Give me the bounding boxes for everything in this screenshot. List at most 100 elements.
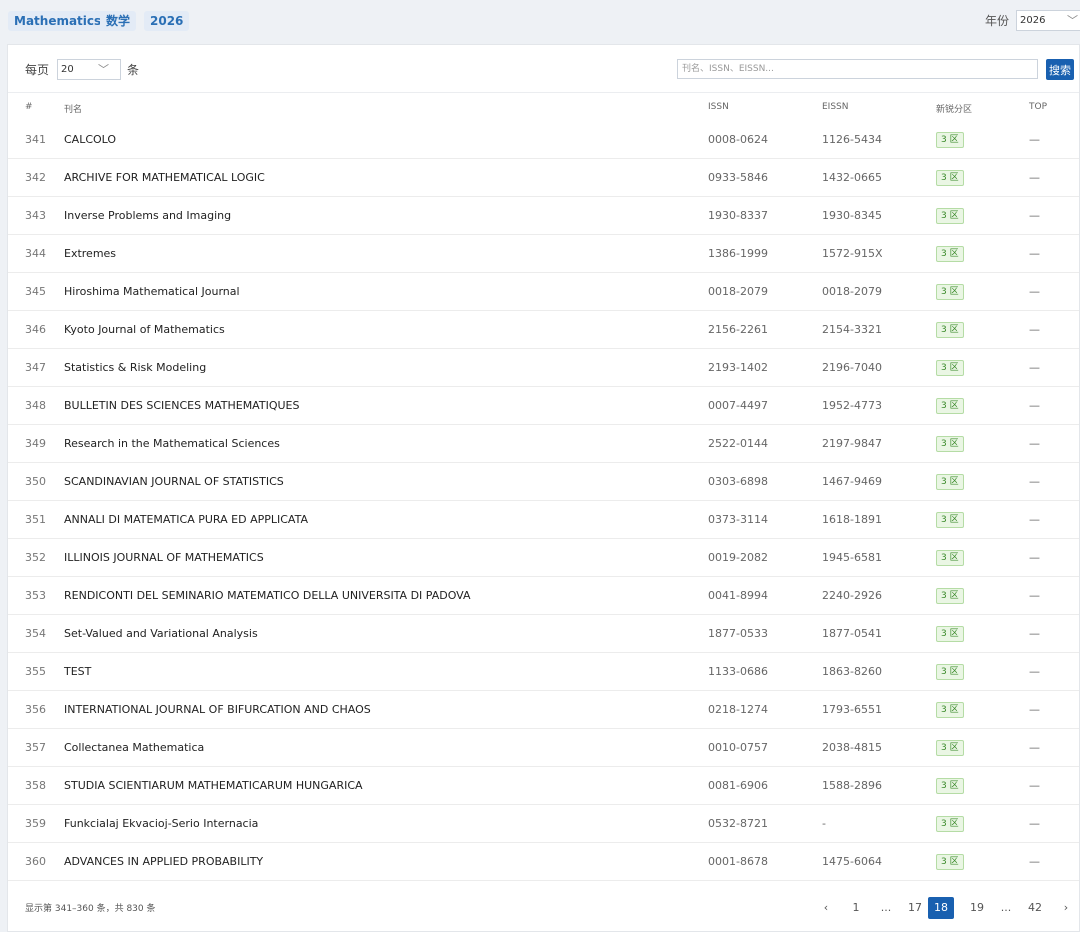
chevron-down-icon: ﹀ xyxy=(98,63,109,76)
journal-name-link[interactable]: CALCOLO xyxy=(64,133,116,146)
top-cell: — xyxy=(1029,209,1040,222)
tag-subject-en[interactable]: Mathematics xyxy=(8,11,108,31)
issn-cell: 1133-0686 xyxy=(708,665,768,678)
table-row[interactable]: 358 STUDIA SCIENTIARUM MATHEMATICARUM HUN… xyxy=(8,767,1079,805)
journal-name-link[interactable]: RENDICONTI DEL SEMINARIO MATEMATICO DELL… xyxy=(64,589,471,602)
page-ellipsis: ... xyxy=(880,901,892,914)
page-button-current[interactable]: 18 xyxy=(928,897,954,919)
zone-badge: 3 区 xyxy=(936,778,964,794)
issn-cell: 1877-0533 xyxy=(708,627,768,640)
search-button[interactable]: 搜索 xyxy=(1046,59,1074,80)
issn-cell: 1386-1999 xyxy=(708,247,768,260)
zone-badge: 3 区 xyxy=(936,550,964,566)
journal-name-link[interactable]: ARCHIVE FOR MATHEMATICAL LOGIC xyxy=(64,171,265,184)
journal-name-link[interactable]: Set-Valued and Variational Analysis xyxy=(64,627,258,640)
journal-name-link[interactable]: Inverse Problems and Imaging xyxy=(64,209,231,222)
zone-badge: 3 区 xyxy=(936,702,964,718)
col-header-issn: ISSN xyxy=(708,102,729,112)
tag-year[interactable]: 2026 xyxy=(144,11,190,31)
journal-name-link[interactable]: Collectanea Mathematica xyxy=(64,741,204,754)
eissn-cell: 1572-915X xyxy=(822,247,883,260)
table-row[interactable]: 350 SCANDINAVIAN JOURNAL OF STATISTICS 030… xyxy=(8,463,1079,501)
page-button[interactable]: 42 xyxy=(1025,897,1045,919)
journal-name-link[interactable]: Hiroshima Mathematical Journal xyxy=(64,285,240,298)
next-page-icon[interactable]: › xyxy=(1056,897,1076,919)
journal-name-link[interactable]: Research in the Mathematical Sciences xyxy=(64,437,280,450)
table-row[interactable]: 342 ARCHIVE FOR MATHEMATICAL LOGIC 0933-58… xyxy=(8,159,1079,197)
row-number: 344 xyxy=(25,247,46,260)
issn-cell: 0018-2079 xyxy=(708,285,768,298)
year-select[interactable]: 2026 ﹀ xyxy=(1016,10,1080,31)
zone-badge: 3 区 xyxy=(936,322,964,338)
zone-badge: 3 区 xyxy=(936,474,964,490)
table-row[interactable]: 347 Statistics & Risk Modeling 2193-1402 21… xyxy=(8,349,1079,387)
table-row[interactable]: 348 BULLETIN DES SCIENCES MATHEMATIQUES 00… xyxy=(8,387,1079,425)
table-row[interactable]: 343 Inverse Problems and Imaging 1930-8337… xyxy=(8,197,1079,235)
search-input[interactable] xyxy=(677,59,1038,79)
journal-name-link[interactable]: STUDIA SCIENTIARUM MATHEMATICARUM HUNGAR… xyxy=(64,779,363,792)
top-cell: — xyxy=(1029,551,1040,564)
page-button[interactable]: 19 xyxy=(967,897,987,919)
table-row[interactable]: 359 Funkcialaj Ekvacioj-Serio Internacia 0… xyxy=(8,805,1079,843)
issn-cell: 0010-0757 xyxy=(708,741,768,754)
table-row[interactable]: 354 Set-Valued and Variational Analysis 18… xyxy=(8,615,1079,653)
journal-name-link[interactable]: TEST xyxy=(64,665,91,678)
issn-cell: 2193-1402 xyxy=(708,361,768,374)
journal-name-link[interactable]: Kyoto Journal of Mathematics xyxy=(64,323,225,336)
journal-name-link[interactable]: ILLINOIS JOURNAL OF MATHEMATICS xyxy=(64,551,264,564)
issn-cell: 0001-8678 xyxy=(708,855,768,868)
page-button[interactable]: 1 xyxy=(846,897,866,919)
top-cell: — xyxy=(1029,627,1040,640)
journal-name-link[interactable]: ADVANCES IN APPLIED PROBABILITY xyxy=(64,855,263,868)
issn-cell: 1930-8337 xyxy=(708,209,768,222)
zone-badge: 3 区 xyxy=(936,246,964,262)
journal-name-link[interactable]: INTERNATIONAL JOURNAL OF BIFURCATION AND… xyxy=(64,703,371,716)
journal-name-link[interactable]: ANNALI DI MATEMATICA PURA ED APPLICATA xyxy=(64,513,308,526)
top-cell: — xyxy=(1029,589,1040,602)
table-body: 341 CALCOLO 0008-0624 1126-5434 3 区 — 342 ARCHI… xyxy=(8,121,1079,881)
journal-name-link[interactable]: Funkcialaj Ekvacioj-Serio Internacia xyxy=(64,817,258,830)
top-cell: — xyxy=(1029,437,1040,450)
top-cell: — xyxy=(1029,171,1040,184)
col-header-top: TOP xyxy=(1029,102,1048,112)
top-cell: — xyxy=(1029,247,1040,260)
table-row[interactable]: 352 ILLINOIS JOURNAL OF MATHEMATICS 0019-2… xyxy=(8,539,1079,577)
issn-cell: 0373-3114 xyxy=(708,513,768,526)
table-header: # 刊名 ISSN EISSN 新锐分区 TOP xyxy=(8,94,1079,121)
zone-badge: 3 区 xyxy=(936,854,964,870)
table-row[interactable]: 346 Kyoto Journal of Mathematics 2156-2261… xyxy=(8,311,1079,349)
journal-name-link[interactable]: Extremes xyxy=(64,247,116,260)
journal-name-link[interactable]: BULLETIN DES SCIENCES MATHEMATIQUES xyxy=(64,399,299,412)
top-cell: — xyxy=(1029,285,1040,298)
issn-cell: 0532-8721 xyxy=(708,817,768,830)
year-select-value: 2026 xyxy=(1020,15,1046,26)
table-row[interactable]: 345 Hiroshima Mathematical Journal 0018-20… xyxy=(8,273,1079,311)
table-row[interactable]: 355 TEST 1133-0686 1863-8260 3 区 — xyxy=(8,653,1079,691)
eissn-cell: 1475-6064 xyxy=(822,855,882,868)
per-page-select[interactable]: 20 ﹀ xyxy=(57,59,121,80)
issn-cell: 0303-6898 xyxy=(708,475,768,488)
table-row[interactable]: 356 INTERNATIONAL JOURNAL OF BIFURCATION … xyxy=(8,691,1079,729)
per-page-suffix: 条 xyxy=(127,63,140,77)
page-button[interactable]: 17 xyxy=(905,897,925,919)
journal-name-link[interactable]: SCANDINAVIAN JOURNAL OF STATISTICS xyxy=(64,475,284,488)
eissn-cell: 0018-2079 xyxy=(822,285,882,298)
table-row[interactable]: 351 ANNALI DI MATEMATICA PURA ED APPLICAT… xyxy=(8,501,1079,539)
table-row[interactable]: 357 Collectanea Mathematica 0010-0757 2038-… xyxy=(8,729,1079,767)
tag-subject-cn[interactable]: 数学 xyxy=(100,11,137,31)
top-cell: — xyxy=(1029,399,1040,412)
table-row[interactable]: 341 CALCOLO 0008-0624 1126-5434 3 区 — xyxy=(8,121,1079,159)
table-row[interactable]: 353 RENDICONTI DEL SEMINARIO MATEMATICO D… xyxy=(8,577,1079,615)
issn-cell: 0218-1274 xyxy=(708,703,768,716)
journal-name-link[interactable]: Statistics & Risk Modeling xyxy=(64,361,206,374)
eissn-cell: 2154-3321 xyxy=(822,323,882,336)
zone-badge: 3 区 xyxy=(936,132,964,148)
prev-page-icon[interactable]: ‹ xyxy=(816,897,836,919)
table-row[interactable]: 344 Extremes 1386-1999 1572-915X 3 区 — xyxy=(8,235,1079,273)
eissn-cell: 1930-8345 xyxy=(822,209,882,222)
table-row[interactable]: 360 ADVANCES IN APPLIED PROBABILITY 0001-8… xyxy=(8,843,1079,881)
eissn-cell: 1467-9469 xyxy=(822,475,882,488)
issn-cell: 0008-0624 xyxy=(708,133,768,146)
zone-badge: 3 区 xyxy=(936,740,964,756)
table-row[interactable]: 349 Research in the Mathematical Sciences… xyxy=(8,425,1079,463)
